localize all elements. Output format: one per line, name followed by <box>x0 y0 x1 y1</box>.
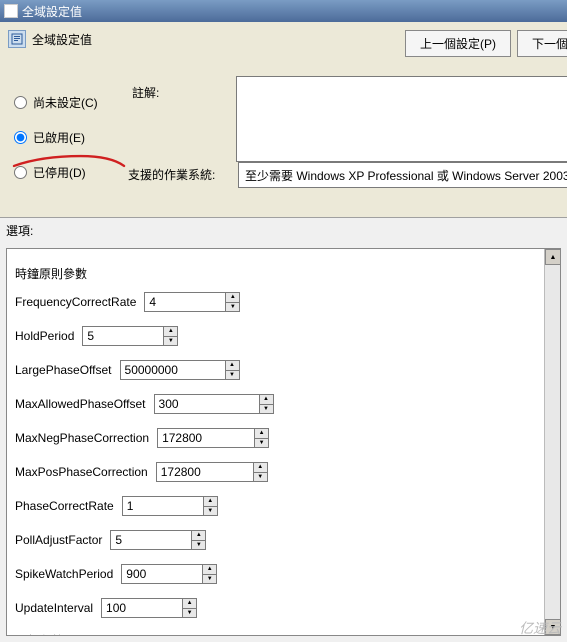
param-label-holdperiod: HoldPeriod <box>15 329 82 343</box>
param-spinner-maxposphasecorrection[interactable]: ▲ ▼ <box>156 462 268 482</box>
options-panel: 時鐘原則參數 FrequencyCorrectRate ▲ ▼ HoldPeri… <box>6 248 561 636</box>
spin-up-icon[interactable]: ▲ <box>203 565 216 575</box>
scroll-up-button[interactable]: ▲ <box>545 249 561 265</box>
spin-down-icon[interactable]: ▼ <box>226 371 239 380</box>
general-section-title: 一般參數 <box>15 632 540 635</box>
spin-down-icon[interactable]: ▼ <box>255 439 268 448</box>
param-input-maxnegphasecorrection[interactable] <box>158 429 254 447</box>
param-spinner-maxallowedphaseoffset[interactable]: ▲ ▼ <box>154 394 274 414</box>
spin-up-icon[interactable]: ▲ <box>226 293 239 303</box>
spin-up-icon[interactable]: ▲ <box>255 429 268 439</box>
settings-header-panel: 全域設定值 上一個設定(P) 下一個設定 尚未設定(C) 已啟用(E) 已停用(… <box>0 22 567 218</box>
param-input-maxallowedphaseoffset[interactable] <box>155 395 259 413</box>
radio-disabled-label: 已停用(D) <box>33 164 86 181</box>
param-spinner-updateinterval[interactable]: ▲ ▼ <box>101 598 197 618</box>
titlebar: 全域設定值 <box>0 0 567 22</box>
param-row-maxposphasecorrection: MaxPosPhaseCorrection ▲ ▼ <box>15 462 540 482</box>
param-row-holdperiod: HoldPeriod ▲ ▼ <box>15 326 540 346</box>
param-row-maxnegphasecorrection: MaxNegPhaseCorrection ▲ ▼ <box>15 428 540 448</box>
param-label-frequencycorrectrate: FrequencyCorrectRate <box>15 295 144 309</box>
param-row-spikewatchperiod: SpikeWatchPeriod ▲ ▼ <box>15 564 540 584</box>
scrollbar[interactable]: ▲ ▼ <box>544 249 560 635</box>
spin-up-icon[interactable]: ▲ <box>192 531 205 541</box>
radio-disabled-input[interactable] <box>14 166 27 179</box>
param-row-phasecorrectrate: PhaseCorrectRate ▲ ▼ <box>15 496 540 516</box>
spin-down-icon[interactable]: ▼ <box>260 405 273 414</box>
spin-down-icon[interactable]: ▼ <box>183 609 196 618</box>
param-label-maxposphasecorrection: MaxPosPhaseCorrection <box>15 465 156 479</box>
comment-textarea[interactable] <box>236 76 567 162</box>
param-label-spikewatchperiod: SpikeWatchPeriod <box>15 567 121 581</box>
param-label-maxallowedphaseoffset: MaxAllowedPhaseOffset <box>15 397 154 411</box>
clock-policy-section-title: 時鐘原則參數 <box>15 265 540 282</box>
param-input-holdperiod[interactable] <box>83 327 163 345</box>
spin-down-icon[interactable]: ▼ <box>192 541 205 550</box>
param-spinner-frequencycorrectrate[interactable]: ▲ ▼ <box>144 292 240 312</box>
radio-enabled-label: 已啟用(E) <box>33 129 85 146</box>
comment-label: 註解: <box>132 84 159 101</box>
param-label-updateinterval: UpdateInterval <box>15 601 101 615</box>
spin-down-icon[interactable]: ▼ <box>226 303 239 312</box>
page-title: 全域設定值 <box>32 31 92 48</box>
param-spinner-largephaseoffset[interactable]: ▲ ▼ <box>120 360 240 380</box>
radio-disabled[interactable]: 已停用(D) <box>14 164 124 181</box>
spin-up-icon[interactable]: ▲ <box>164 327 177 337</box>
radio-not-configured[interactable]: 尚未設定(C) <box>14 94 124 111</box>
spin-up-icon[interactable]: ▲ <box>204 497 217 507</box>
spin-up-icon[interactable]: ▲ <box>183 599 196 609</box>
next-setting-button[interactable]: 下一個設定 <box>517 30 567 57</box>
state-radio-group: 尚未設定(C) 已啟用(E) 已停用(D) <box>14 94 124 199</box>
param-spinner-maxnegphasecorrection[interactable]: ▲ ▼ <box>157 428 269 448</box>
spin-down-icon[interactable]: ▼ <box>164 337 177 346</box>
spin-up-icon[interactable]: ▲ <box>226 361 239 371</box>
param-input-polladjustfactor[interactable] <box>111 531 191 549</box>
param-input-frequencycorrectrate[interactable] <box>145 293 225 311</box>
param-label-maxnegphasecorrection: MaxNegPhaseCorrection <box>15 431 157 445</box>
param-spinner-holdperiod[interactable]: ▲ ▼ <box>82 326 178 346</box>
radio-not-configured-input[interactable] <box>14 96 27 109</box>
spin-up-icon[interactable]: ▲ <box>254 463 267 473</box>
param-row-maxallowedphaseoffset: MaxAllowedPhaseOffset ▲ ▼ <box>15 394 540 414</box>
param-label-polladjustfactor: PollAdjustFactor <box>15 533 110 547</box>
param-row-updateinterval: UpdateInterval ▲ ▼ <box>15 598 540 618</box>
param-label-largephaseoffset: LargePhaseOffset <box>15 363 120 377</box>
prev-setting-button[interactable]: 上一個設定(P) <box>405 30 511 57</box>
param-label-phasecorrectrate: PhaseCorrectRate <box>15 499 122 513</box>
param-spinner-polladjustfactor[interactable]: ▲ ▼ <box>110 530 206 550</box>
param-row-largephaseoffset: LargePhaseOffset ▲ ▼ <box>15 360 540 380</box>
spin-down-icon[interactable]: ▼ <box>204 507 217 516</box>
spin-down-icon[interactable]: ▼ <box>203 575 216 584</box>
spin-down-icon[interactable]: ▼ <box>254 473 267 482</box>
param-row-frequencycorrectrate: FrequencyCorrectRate ▲ ▼ <box>15 292 540 312</box>
window-title: 全域設定值 <box>22 3 82 20</box>
watermark: 亿速云 <box>519 618 561 638</box>
supported-os-text: 至少需要 Windows XP Professional 或 Windows S… <box>238 162 567 188</box>
param-spinner-phasecorrectrate[interactable]: ▲ ▼ <box>122 496 218 516</box>
settings-icon <box>8 30 26 48</box>
radio-enabled-input[interactable] <box>14 131 27 144</box>
param-input-updateinterval[interactable] <box>102 599 182 617</box>
spin-up-icon[interactable]: ▲ <box>260 395 273 405</box>
param-input-maxposphasecorrection[interactable] <box>157 463 253 481</box>
radio-not-configured-label: 尚未設定(C) <box>33 94 98 111</box>
options-label: 選項: <box>6 222 33 239</box>
param-row-polladjustfactor: PollAdjustFactor ▲ ▼ <box>15 530 540 550</box>
radio-enabled[interactable]: 已啟用(E) <box>14 129 124 146</box>
param-spinner-spikewatchperiod[interactable]: ▲ ▼ <box>121 564 217 584</box>
param-input-spikewatchperiod[interactable] <box>122 565 202 583</box>
param-input-phasecorrectrate[interactable] <box>123 497 203 515</box>
supported-os-label: 支援的作業系統: <box>128 166 215 183</box>
param-input-largephaseoffset[interactable] <box>121 361 225 379</box>
window-icon <box>4 4 18 18</box>
